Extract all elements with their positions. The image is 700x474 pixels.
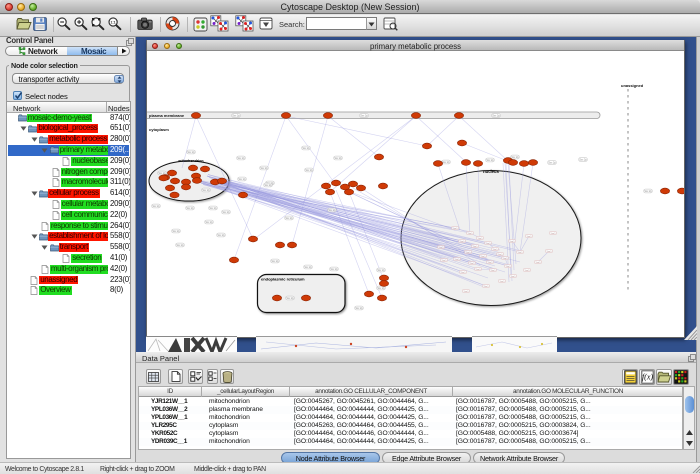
svg-text:Sxx 2p: Sxx 2p [205,221,213,224]
svg-text:Yxx 1: Yxx 1 [465,252,471,254]
svg-text:Yxx 1: Yxx 1 [441,260,447,262]
svg-text:Sxx 2p: Sxx 2p [202,189,210,192]
svg-text:Yxx 1: Yxx 1 [452,228,458,230]
svg-text:Yxx 1: Yxx 1 [454,259,460,261]
svg-text:Sxx 2p: Sxx 2p [187,151,195,154]
svg-text:Yxx 1: Yxx 1 [460,272,466,274]
svg-text:Sxx 2p: Sxx 2p [442,161,450,164]
svg-text:Yxx 1: Yxx 1 [475,269,481,271]
svg-text:Sxx 2p: Sxx 2p [237,157,245,160]
svg-text:Sxx 2p: Sxx 2p [492,115,500,118]
svg-text:Sxx 2p: Sxx 2p [217,234,225,237]
svg-text:mitochondrion: mitochondrion [178,159,203,163]
svg-text:Sxx 2p: Sxx 2p [377,287,385,290]
svg-text:Sxx 2p: Sxx 2p [360,115,368,118]
svg-text:Sxx 2p: Sxx 2p [302,147,310,150]
svg-text:Sxx 2p: Sxx 2p [238,178,246,181]
svg-text:Sxx 2p: Sxx 2p [264,184,272,187]
svg-text:Yxx 1: Yxx 1 [497,254,503,256]
svg-text:Sxx 2p: Sxx 2p [334,157,342,160]
svg-text:unassigned: unassigned [621,83,644,88]
svg-text:Yxx 1: Yxx 1 [546,251,552,253]
svg-text:Sxx 2p: Sxx 2p [486,159,494,162]
svg-text:Sxx 2p: Sxx 2p [285,217,293,220]
svg-text:Sxx 2p: Sxx 2p [579,159,587,162]
svg-text:1:1: 1:1 [110,21,115,25]
svg-text:Sxx 2p: Sxx 2p [330,268,338,271]
svg-text:Sxx 2p: Sxx 2p [286,297,294,300]
svg-text:Sxx 2p: Sxx 2p [305,169,313,172]
svg-text:f(x): f(x) [641,373,652,382]
svg-text:Yxx 1: Yxx 1 [526,236,532,238]
svg-text:Yxx 1: Yxx 1 [502,258,508,260]
svg-text:Sxx 2p: Sxx 2p [209,207,217,210]
svg-text:Yxx 1: Yxx 1 [510,276,516,278]
svg-text:Sxx 2p: Sxx 2p [511,156,519,159]
svg-text:endoplasmic reticulum: endoplasmic reticulum [261,277,305,282]
svg-text:Yxx 1: Yxx 1 [509,241,515,243]
svg-text:Sxx 2p: Sxx 2p [271,260,279,263]
svg-text:Yxx 1: Yxx 1 [480,256,486,258]
svg-text:Yxx 1: Yxx 1 [477,238,483,240]
svg-text:Sxx 2p: Sxx 2p [548,162,556,165]
svg-text:Yxx 1: Yxx 1 [472,246,478,248]
svg-text:Yxx 1: Yxx 1 [550,233,556,235]
svg-text:Yxx 1: Yxx 1 [487,262,493,264]
svg-text:Sxx 2p: Sxx 2p [186,207,194,210]
svg-text:Yxx 1: Yxx 1 [485,243,491,245]
svg-text:Yxx 1: Yxx 1 [535,262,541,264]
svg-text:Yxx 1: Yxx 1 [438,247,444,249]
svg-text:nucleus: nucleus [483,169,499,174]
svg-text:plasma membrane: plasma membrane [149,113,185,118]
svg-text:Sxx 2p: Sxx 2p [328,209,336,212]
svg-text:Yxx 1: Yxx 1 [492,249,498,251]
svg-text:Yxx 1: Yxx 1 [505,266,511,268]
svg-text:Yxx 1: Yxx 1 [490,270,496,272]
svg-text:Sxx 2p: Sxx 2p [172,230,180,233]
svg-text:Sxx 2p: Sxx 2p [355,307,363,310]
svg-text:Sxx 2p: Sxx 2p [644,190,652,193]
svg-text:Yxx 1: Yxx 1 [463,291,469,293]
svg-text:Sxx 2p: Sxx 2p [222,211,230,214]
svg-text:Yxx 1: Yxx 1 [469,263,475,265]
svg-text:cytoplasm: cytoplasm [149,127,169,132]
svg-text:Sxx 2p: Sxx 2p [176,244,184,247]
svg-text:Yxx 1: Yxx 1 [483,286,489,288]
svg-text:Sxx 2p: Sxx 2p [377,269,385,272]
svg-text:Yxx 1: Yxx 1 [467,233,473,235]
svg-text:Yxx 1: Yxx 1 [517,252,523,254]
svg-text:Sxx 2p: Sxx 2p [232,115,240,118]
svg-text:Yxx 1: Yxx 1 [499,281,505,283]
svg-text:Yxx 1: Yxx 1 [524,270,530,272]
svg-text:Sxx 2p: Sxx 2p [152,205,160,208]
svg-text:Sxx 2p: Sxx 2p [260,167,268,170]
svg-text:Sxx 2p: Sxx 2p [304,266,312,269]
svg-text:Yxx 1: Yxx 1 [459,241,465,243]
